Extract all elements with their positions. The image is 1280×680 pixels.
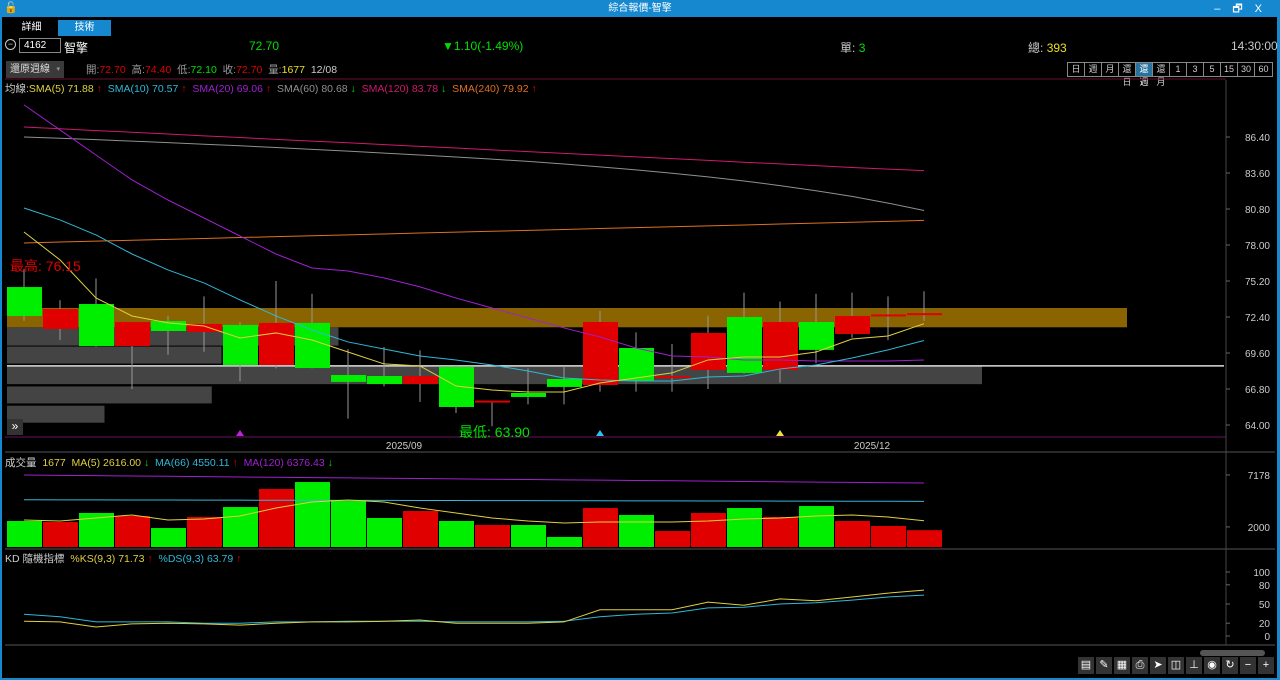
chart-toolbar: ▤ ✎ ▦ ⎙ ➤ ◫ ⊥ ◉ ↻ − + (1078, 657, 1274, 674)
volume-bar (655, 531, 690, 547)
volume-bar (43, 522, 78, 547)
horizontal-scrollbar[interactable] (1200, 650, 1265, 656)
layout-icon[interactable]: ◫ (1168, 657, 1184, 674)
volume-bar (691, 512, 726, 547)
candle-up (403, 376, 438, 384)
date-label: 2025/09 (386, 441, 423, 452)
volume-bar (7, 520, 42, 547)
sma60-line (23, 136, 925, 212)
max-price-annotation: 最高: 76.15 (10, 258, 81, 274)
volume-ma66-line (23, 499, 925, 502)
candle-up (475, 400, 510, 403)
candle-up (655, 376, 690, 379)
volume-profile-bar (7, 365, 982, 385)
candle-up (835, 315, 870, 334)
volume-bar (727, 508, 762, 547)
volume-bar (151, 528, 186, 547)
volume-bar (259, 488, 294, 547)
price-tick-label: 75.20 (1245, 277, 1270, 288)
kd-tick-label: 0 (1264, 632, 1270, 643)
price-tick-label: 72.40 (1245, 313, 1270, 324)
volume-bar (439, 520, 474, 547)
price-tick-label: 64.00 (1245, 421, 1270, 432)
date-label: 2025/12 (854, 441, 891, 452)
sma240-line (23, 219, 925, 244)
cursor-icon[interactable]: ➤ (1150, 657, 1166, 674)
volume-bar (583, 508, 618, 547)
kd-tick-label: 100 (1253, 568, 1270, 579)
volume-bar (115, 515, 150, 547)
volume-bar (871, 526, 906, 547)
zoom-in-icon[interactable]: + (1258, 657, 1274, 674)
print-icon[interactable]: ⎙ (1132, 657, 1148, 674)
price-tick-label: 78.00 (1245, 241, 1270, 252)
volume-tick-label: 7178 (1248, 471, 1271, 482)
volume-profile-bar (7, 386, 212, 404)
volume-tick-label: 2000 (1248, 523, 1271, 534)
candle-up (583, 322, 618, 386)
candle-down (511, 392, 546, 397)
volume-bar (547, 536, 582, 547)
price-tick-label: 66.80 (1245, 385, 1270, 396)
volume-bar (835, 520, 870, 547)
volume-bar (511, 525, 546, 547)
expand-panel-button[interactable]: » (7, 419, 23, 435)
volume-bar (475, 525, 510, 547)
zoom-out-icon[interactable]: − (1240, 657, 1256, 674)
kd-tick-label: 80 (1259, 581, 1271, 592)
volume-bar (619, 514, 654, 547)
volume-ma120-line (23, 474, 925, 484)
volume-bar (799, 506, 834, 547)
sma120-line (23, 126, 925, 172)
candle-up (43, 309, 78, 329)
signal-marker (236, 430, 244, 436)
price-tick-label: 69.60 (1245, 349, 1270, 360)
signal-marker (776, 430, 784, 436)
draw-icon[interactable]: ✎ (1096, 657, 1112, 674)
candle-down (727, 317, 762, 373)
volume-bar (907, 530, 942, 547)
candle-down (799, 322, 834, 350)
price-tick-label: 86.40 (1245, 133, 1270, 144)
eye-icon[interactable]: ◉ (1204, 657, 1220, 674)
volume-bar (187, 516, 222, 547)
indicator-icon[interactable]: ⊥ (1186, 657, 1202, 674)
candle-down (79, 304, 114, 347)
candle-up (871, 314, 906, 317)
report-icon[interactable]: ▤ (1078, 657, 1094, 674)
signal-marker (596, 430, 604, 436)
volume-bar (295, 482, 330, 547)
candle-down (547, 378, 582, 387)
kd-tick-label: 50 (1259, 600, 1271, 611)
candle-up (763, 322, 798, 370)
min-price-annotation: 最低: 63.90 (459, 424, 530, 440)
candle-down (331, 374, 366, 382)
chart-canvas[interactable]: 86.40 83.60 80.80 78.00 75.20 72.40 69.60 66.80… (0, 0, 1280, 680)
volume-bar (367, 517, 402, 547)
volume-bar (763, 516, 798, 547)
table-search-icon[interactable]: ▦ (1114, 657, 1130, 674)
candle-down (223, 324, 258, 365)
price-tick-label: 83.60 (1245, 169, 1270, 180)
volume-bar (403, 510, 438, 547)
price-tick-label: 80.80 (1245, 205, 1270, 216)
candle-up (907, 313, 942, 316)
candle-down (7, 287, 42, 316)
candle-up (259, 322, 294, 365)
volume-profile-bar (7, 346, 222, 364)
refresh-icon[interactable]: ↻ (1222, 657, 1238, 674)
candle-down (367, 376, 402, 384)
kd-tick-label: 20 (1259, 619, 1271, 630)
candle-up (115, 322, 150, 347)
volume-bar (331, 501, 366, 547)
